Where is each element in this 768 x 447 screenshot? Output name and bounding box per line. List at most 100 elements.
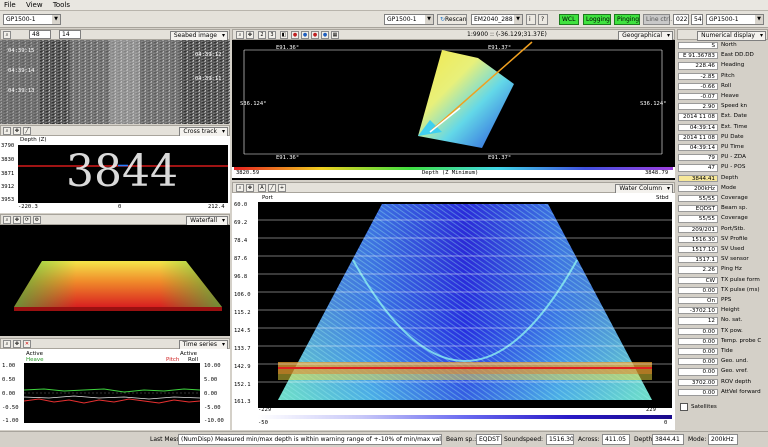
timeseries-lines <box>23 388 201 404</box>
numeric-label: ROV depth <box>721 378 752 385</box>
clear-icon[interactable]: ✕ <box>23 340 31 348</box>
zoom-icon[interactable]: ⌕ <box>236 31 244 39</box>
zoom-icon[interactable]: ⌕ <box>3 216 11 224</box>
grid-icon[interactable]: ▦ <box>331 31 339 39</box>
pan-icon[interactable]: ✥ <box>246 31 254 39</box>
rescan-button[interactable]: ↻Rescan <box>437 14 467 25</box>
numeric-label: PU Date <box>721 133 744 140</box>
pinging-toggle[interactable]: Pinging <box>614 14 640 25</box>
sounder-select-left[interactable]: GP1500-1 ▼ <box>3 14 61 25</box>
seabed-panel-header: ⌕ 48 14 Seabed image <box>0 29 230 41</box>
ruler-icon[interactable]: ╱ <box>23 127 31 135</box>
pan-icon[interactable]: ✥ <box>13 127 21 135</box>
numerical-view-select[interactable]: Numerical display <box>697 31 766 41</box>
pan-icon[interactable]: ✥ <box>13 340 21 348</box>
marker-icon[interactable]: ● <box>291 31 299 39</box>
pan-icon[interactable]: ✥ <box>246 184 254 192</box>
watercolumn-y-tick: 124.5 <box>234 328 251 334</box>
waterfall-surface <box>14 261 222 311</box>
menu-tools[interactable]: Tools <box>49 0 74 11</box>
geo-lat-label: E91.37° <box>488 155 512 161</box>
timeseries-right-tick: 10.00 <box>204 363 221 369</box>
line-ctrl-button[interactable]: Line ctrl. <box>643 14 672 25</box>
beam-sp-label: Beam sp.: <box>446 436 477 443</box>
crosstrack-view[interactable]: Depth (Z) 3844 3790 3830 3871 3912 3953 … <box>0 136 230 213</box>
globe-icon[interactable]: ● <box>301 31 309 39</box>
numeric-row: 0.00 Temp. probe C <box>678 337 768 346</box>
rotate-icon[interactable]: ⟳ <box>23 216 31 224</box>
record-icon[interactable]: ● <box>311 31 319 39</box>
crosshair-icon[interactable]: + <box>278 184 286 192</box>
sounder-select-mid[interactable]: GP1500-1 ▼ <box>384 14 434 25</box>
layer-icon[interactable]: ◧ <box>280 31 288 39</box>
numeric-value: 12 <box>678 317 718 325</box>
zoom-icon[interactable]: ⌕ <box>3 127 11 135</box>
numeric-row: 0.00 TX pulse (ms) <box>678 286 768 295</box>
beam-sp-field: EQDST <box>476 434 502 445</box>
geo-scale-min: 3820.59 <box>236 170 260 176</box>
menu-file[interactable]: File <box>0 0 20 11</box>
timeseries-right-tick: 5.00 <box>204 377 218 383</box>
zoom-icon[interactable]: ⌕ <box>3 31 11 39</box>
watercolumn-y-tick: 161.3 <box>234 399 251 405</box>
numeric-label: Beam sp. <box>721 205 748 212</box>
numeric-row: 3844.41 Depth <box>678 174 768 183</box>
numeric-label: SV Profile <box>721 235 748 242</box>
sounder-select-right[interactable]: GP1500-1 ▼ <box>706 14 764 25</box>
font-icon[interactable]: A <box>258 184 266 192</box>
line-suffix-field[interactable]: 54 <box>691 14 703 25</box>
timeseries-right-tick: 0.00 <box>204 391 218 397</box>
chevron-down-icon: ▼ <box>425 15 433 24</box>
pan-icon[interactable]: ✥ <box>13 216 21 224</box>
waterfall-view[interactable] <box>0 225 230 336</box>
numeric-value: 3844.41 <box>678 174 718 182</box>
numeric-row: 3702.00 ROV depth <box>678 378 768 387</box>
numeric-row: 04:39:14 PU Time <box>678 144 768 152</box>
seabed-time-label: 04:39:12 <box>195 52 222 58</box>
menu-view[interactable]: View <box>22 0 47 11</box>
numerical-list: S 4292509.12NorthE 91.36783East DD.DD228… <box>678 42 768 430</box>
numeric-label: Heave <box>721 93 739 99</box>
watercolumn-view[interactable]: Port Stbd 60.0 69.2 78.4 87.6 96.8 106.0… <box>232 193 675 430</box>
watercolumn-y-tick: 60.0 <box>234 202 248 208</box>
numeric-value: 2014 11 08 <box>678 133 718 141</box>
ruler-icon[interactable]: ╱ <box>268 184 276 192</box>
zoom-icon[interactable]: ⌕ <box>236 184 244 192</box>
help-button[interactable]: ? <box>538 14 548 25</box>
satellites-label: Satellites <box>691 404 717 410</box>
geo-lat-label: E91.36° <box>276 45 300 51</box>
timeseries-left-tick: 0.50 <box>2 377 16 383</box>
satellites-checkbox[interactable] <box>680 403 688 411</box>
mode-label: Mode: <box>688 436 707 443</box>
rescan-label: Rescan <box>445 16 467 23</box>
sphere-icon[interactable]: ● <box>321 31 329 39</box>
seabed-range-field[interactable]: 14 <box>59 30 81 39</box>
watercolumn-y-tick: 152.1 <box>234 382 251 388</box>
info-button[interactable]: i <box>526 14 536 25</box>
logging-toggle[interactable]: Logging <box>583 14 611 25</box>
seabed-time-label: 04:39:15 <box>8 48 35 54</box>
line-number-field[interactable]: 0226 <box>673 14 689 25</box>
numeric-row: 1517.1 SV sensor <box>678 256 768 264</box>
chevron-down-icon: ▼ <box>514 15 522 24</box>
view-2d-icon[interactable]: 2 <box>258 31 266 39</box>
watercolumn-image <box>258 204 672 400</box>
numeric-label: Coverage <box>721 215 748 222</box>
geo-view[interactable]: E91.36° E91.37° S36.124° S36.124° E91.36… <box>232 40 675 180</box>
seabed-gain-field[interactable]: 48 <box>29 30 51 39</box>
port-select[interactable]: EM2040_288 ▼ <box>471 14 523 25</box>
timeseries-view[interactable]: Active Heave Active Pitch Roll 1.00 0.50… <box>0 349 230 430</box>
timeseries-plot <box>23 363 201 423</box>
view-3d-icon[interactable]: 3 <box>268 31 276 39</box>
watercolumn-panel-header: ⌕ ✥ A ╱ + Water Column <box>232 182 675 194</box>
watercolumn-colorbar <box>258 415 672 419</box>
zoom-icon[interactable]: ⌕ <box>3 340 11 348</box>
crosstrack-big-depth: 3844 <box>66 146 178 197</box>
numeric-label: Temp. probe C <box>721 337 762 344</box>
numeric-row: 0.00 Geo. vref. <box>678 368 768 376</box>
wcl-toggle[interactable]: WCL <box>559 14 579 25</box>
seabed-image-view[interactable]: 04:39:15 04:39:14 04:39:13 04:39:12 04:3… <box>0 40 230 124</box>
settings-icon[interactable]: ⚙ <box>33 216 41 224</box>
numeric-label: Geo. vref. <box>721 368 748 375</box>
timeseries-left-tick: 0.00 <box>2 391 16 397</box>
